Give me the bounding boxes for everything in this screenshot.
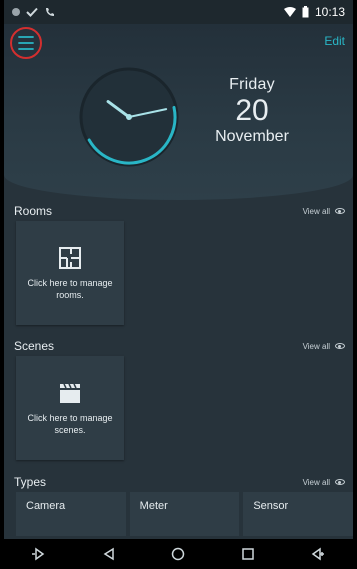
hamburger-menu-icon — [18, 36, 34, 50]
types-view-all-label: View all — [302, 477, 330, 487]
clapperboard-icon — [60, 383, 80, 403]
types-header: Types View all — [4, 473, 353, 491]
type-tile-meter[interactable]: Meter — [129, 492, 240, 536]
date-day: Friday — [229, 76, 275, 93]
type-label: Sensor — [253, 500, 289, 512]
home-button[interactable] — [166, 542, 190, 566]
phone-icon — [46, 8, 54, 16]
system-nav-bar — [4, 539, 353, 569]
nav-extra-left-button[interactable] — [27, 542, 51, 566]
scenes-view-all-link[interactable]: View all — [303, 342, 345, 351]
date-month: November — [215, 128, 289, 145]
scenes-header: Scenes View all — [4, 337, 353, 355]
type-tile-sensor[interactable]: Sensor — [243, 492, 353, 536]
types-view-all-link[interactable]: View all — [303, 478, 345, 487]
recents-button[interactable] — [236, 542, 260, 566]
status-right: 10:13 — [283, 5, 345, 19]
eye-icon — [335, 343, 345, 349]
back-button[interactable] — [97, 542, 121, 566]
floor-plan-icon — [59, 247, 81, 269]
types-title: Types — [14, 475, 47, 489]
scenes-section: Scenes View all — [4, 337, 353, 355]
status-bar: 10:13 — [4, 0, 353, 24]
eye-icon — [335, 479, 345, 485]
menu-button[interactable] — [10, 27, 42, 59]
date-display: Friday 20 November — [202, 76, 302, 146]
type-tile-camera[interactable]: Camera — [16, 492, 126, 536]
rooms-title: Rooms — [14, 204, 53, 218]
analog-clock — [79, 67, 179, 167]
type-label: Camera — [26, 500, 66, 512]
recents-icon — [242, 548, 255, 560]
battery-icon — [302, 6, 309, 18]
rooms-view-all-label: View all — [302, 206, 330, 216]
scenes-view-all-label: View all — [302, 341, 330, 351]
app-screen: 10:13 Edit Friday 20 November Rooms View… — [4, 0, 353, 569]
dock-left-icon — [31, 547, 45, 561]
dock-right-icon — [311, 547, 325, 561]
nav-extra-right-button[interactable] — [306, 542, 330, 566]
rooms-header: Rooms View all — [4, 202, 353, 220]
types-row: Camera Meter Sensor — [16, 492, 353, 536]
status-time: 10:13 — [314, 5, 345, 19]
edit-button[interactable]: Edit — [324, 34, 345, 48]
manage-rooms-card[interactable]: Click here to manage rooms. — [16, 221, 124, 325]
rooms-view-all-link[interactable]: View all — [303, 207, 345, 216]
eye-icon — [335, 208, 345, 214]
status-left — [12, 6, 56, 18]
scenes-title: Scenes — [14, 339, 55, 353]
manage-rooms-text: Click here to manage rooms. — [27, 278, 113, 300]
date-number: 20 — [235, 94, 269, 127]
home-icon — [172, 547, 185, 561]
manage-scenes-card[interactable]: Click here to manage scenes. — [16, 356, 124, 460]
manage-scenes-text: Click here to manage scenes. — [27, 413, 113, 435]
check-icon — [26, 7, 38, 17]
wifi-icon — [283, 7, 296, 17]
type-label: Meter — [139, 500, 168, 512]
notification-dot-icon — [12, 8, 20, 16]
types-section: Types View all — [4, 473, 353, 491]
rooms-section: Rooms View all — [4, 202, 353, 220]
back-icon — [103, 547, 114, 561]
